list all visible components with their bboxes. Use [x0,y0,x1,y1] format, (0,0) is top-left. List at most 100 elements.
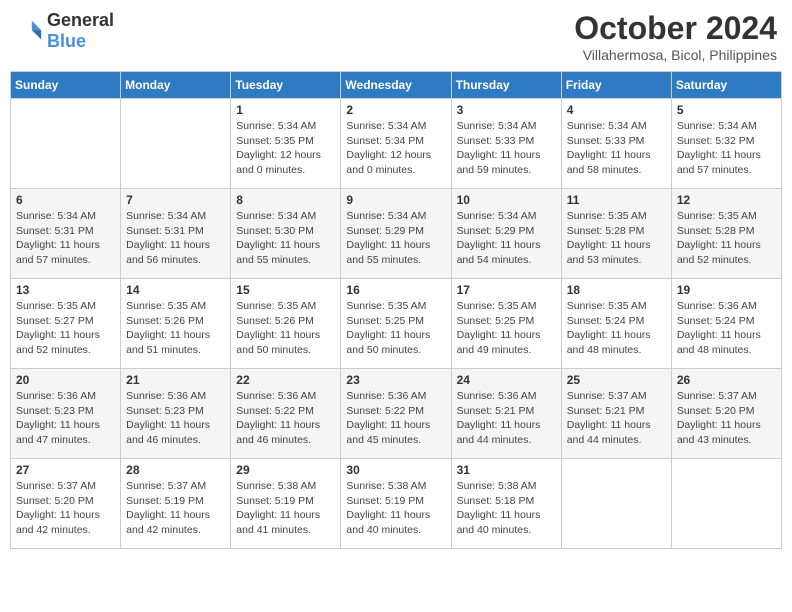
day-number: 27 [16,463,115,477]
calendar-cell: 12Sunrise: 5:35 AM Sunset: 5:28 PM Dayli… [671,189,781,279]
day-number: 31 [457,463,556,477]
day-number: 1 [236,103,335,117]
calendar-cell: 19Sunrise: 5:36 AM Sunset: 5:24 PM Dayli… [671,279,781,369]
calendar-cell: 8Sunrise: 5:34 AM Sunset: 5:30 PM Daylig… [231,189,341,279]
day-number: 5 [677,103,776,117]
day-number: 3 [457,103,556,117]
day-number: 20 [16,373,115,387]
day-number: 12 [677,193,776,207]
calendar-cell [11,99,121,189]
day-detail: Sunrise: 5:36 AM Sunset: 5:21 PM Dayligh… [457,389,556,448]
day-number: 23 [346,373,445,387]
calendar-cell [121,99,231,189]
calendar-cell: 24 Sunrise: 5:36 AM Sunset: 5:21 PM Dayli… [451,369,561,459]
weekday-header-friday: Friday [561,72,671,99]
calendar-cell: 27 Sunrise: 5:37 AM Sunset: 5:20 PM Dayli… [11,459,121,549]
day-detail: Sunrise: 5:37 AM Sunset: 5:21 PM Dayligh… [567,389,666,448]
calendar-cell: 5 Sunrise: 5:34 AM Sunset: 5:32 PM Daylig… [671,99,781,189]
day-detail: Sunrise: 5:34 AM Sunset: 5:29 PM Dayligh… [457,209,556,268]
day-detail: Sunrise: 5:35 AM Sunset: 5:26 PM Dayligh… [236,299,335,358]
day-detail: Sunrise: 5:35 AM Sunset: 5:26 PM Dayligh… [126,299,225,358]
day-number: 22 [236,373,335,387]
day-number: 7 [126,193,225,207]
calendar-cell: 31 Sunrise: 5:38 AM Sunset: 5:18 PM Dayli… [451,459,561,549]
weekday-header-tuesday: Tuesday [231,72,341,99]
day-number: 11 [567,193,666,207]
day-detail: Sunrise: 5:34 AM Sunset: 5:30 PM Dayligh… [236,209,335,268]
day-detail: Sunrise: 5:36 AM Sunset: 5:23 PM Dayligh… [16,389,115,448]
day-number: 13 [16,283,115,297]
calendar-cell: 25 Sunrise: 5:37 AM Sunset: 5:21 PM Dayli… [561,369,671,459]
day-number: 10 [457,193,556,207]
calendar-cell: 4 Sunrise: 5:34 AM Sunset: 5:33 PM Daylig… [561,99,671,189]
day-detail: Sunrise: 5:35 AM Sunset: 5:27 PM Dayligh… [16,299,115,358]
calendar-cell: 23 Sunrise: 5:36 AM Sunset: 5:22 PM Dayli… [341,369,451,459]
day-detail: Sunrise: 5:37 AM Sunset: 5:19 PM Dayligh… [126,479,225,538]
calendar-cell: 26Sunrise: 5:37 AM Sunset: 5:20 PM Dayli… [671,369,781,459]
day-detail: Sunrise: 5:34 AM Sunset: 5:32 PM Dayligh… [677,119,776,178]
day-detail: Sunrise: 5:35 AM Sunset: 5:25 PM Dayligh… [457,299,556,358]
calendar-cell: 17 Sunrise: 5:35 AM Sunset: 5:25 PM Dayli… [451,279,561,369]
logo-text: General Blue [47,10,114,52]
calendar-cell: 29Sunrise: 5:38 AM Sunset: 5:19 PM Dayli… [231,459,341,549]
calendar-cell: 9 Sunrise: 5:34 AM Sunset: 5:29 PM Daylig… [341,189,451,279]
calendar-cell: 20 Sunrise: 5:36 AM Sunset: 5:23 PM Dayli… [11,369,121,459]
calendar-cell: 6Sunrise: 5:34 AM Sunset: 5:31 PM Daylig… [11,189,121,279]
calendar-cell: 7 Sunrise: 5:34 AM Sunset: 5:31 PM Daylig… [121,189,231,279]
day-number: 17 [457,283,556,297]
day-number: 2 [346,103,445,117]
calendar-cell [561,459,671,549]
calendar-cell: 30 Sunrise: 5:38 AM Sunset: 5:19 PM Dayli… [341,459,451,549]
weekday-header-saturday: Saturday [671,72,781,99]
day-number: 24 [457,373,556,387]
day-number: 29 [236,463,335,477]
day-number: 4 [567,103,666,117]
day-detail: Sunrise: 5:36 AM Sunset: 5:22 PM Dayligh… [346,389,445,448]
calendar-cell: 16 Sunrise: 5:35 AM Sunset: 5:25 PM Dayli… [341,279,451,369]
day-detail: Sunrise: 5:34 AM Sunset: 5:29 PM Dayligh… [346,209,445,268]
day-detail: Sunrise: 5:34 AM Sunset: 5:34 PM Dayligh… [346,119,445,178]
calendar-cell: 15 Sunrise: 5:35 AM Sunset: 5:26 PM Dayli… [231,279,341,369]
calendar-cell: 10 Sunrise: 5:34 AM Sunset: 5:29 PM Dayli… [451,189,561,279]
calendar-cell: 18 Sunrise: 5:35 AM Sunset: 5:24 PM Dayli… [561,279,671,369]
day-detail: Sunrise: 5:38 AM Sunset: 5:19 PM Dayligh… [346,479,445,538]
day-detail: Sunrise: 5:34 AM Sunset: 5:31 PM Dayligh… [126,209,225,268]
logo-icon [15,17,43,45]
calendar-week-1: 1 Sunrise: 5:34 AM Sunset: 5:35 PM Daylig… [11,99,782,189]
day-number: 25 [567,373,666,387]
day-number: 18 [567,283,666,297]
logo: General Blue [15,10,114,52]
calendar-cell: 1 Sunrise: 5:34 AM Sunset: 5:35 PM Daylig… [231,99,341,189]
day-detail: Sunrise: 5:35 AM Sunset: 5:25 PM Dayligh… [346,299,445,358]
title-section: October 2024 Villahermosa, Bicol, Philip… [574,10,777,63]
calendar-cell: 22 Sunrise: 5:36 AM Sunset: 5:22 PM Dayli… [231,369,341,459]
day-detail: Sunrise: 5:35 AM Sunset: 5:24 PM Dayligh… [567,299,666,358]
calendar-cell: 21 Sunrise: 5:36 AM Sunset: 5:23 PM Dayli… [121,369,231,459]
day-number: 15 [236,283,335,297]
calendar-cell [671,459,781,549]
day-detail: Sunrise: 5:38 AM Sunset: 5:18 PM Dayligh… [457,479,556,538]
day-number: 9 [346,193,445,207]
day-number: 21 [126,373,225,387]
day-detail: Sunrise: 5:34 AM Sunset: 5:31 PM Dayligh… [16,209,115,268]
day-detail: Sunrise: 5:36 AM Sunset: 5:23 PM Dayligh… [126,389,225,448]
day-number: 16 [346,283,445,297]
page-header: General Blue October 2024 Villahermosa, … [10,10,782,63]
weekday-header-thursday: Thursday [451,72,561,99]
day-detail: Sunrise: 5:37 AM Sunset: 5:20 PM Dayligh… [16,479,115,538]
day-number: 30 [346,463,445,477]
calendar-cell: 13 Sunrise: 5:35 AM Sunset: 5:27 PM Dayli… [11,279,121,369]
calendar-cell: 28Sunrise: 5:37 AM Sunset: 5:19 PM Dayli… [121,459,231,549]
calendar-cell: 3Sunrise: 5:34 AM Sunset: 5:33 PM Daylig… [451,99,561,189]
calendar-week-3: 13 Sunrise: 5:35 AM Sunset: 5:27 PM Dayli… [11,279,782,369]
day-detail: Sunrise: 5:34 AM Sunset: 5:35 PM Dayligh… [236,119,335,178]
weekday-header-monday: Monday [121,72,231,99]
calendar-table: SundayMondayTuesdayWednesdayThursdayFrid… [10,71,782,549]
month-title: October 2024 [574,10,777,47]
day-detail: Sunrise: 5:34 AM Sunset: 5:33 PM Dayligh… [567,119,666,178]
day-detail: Sunrise: 5:36 AM Sunset: 5:22 PM Dayligh… [236,389,335,448]
day-detail: Sunrise: 5:35 AM Sunset: 5:28 PM Dayligh… [567,209,666,268]
weekday-header-wednesday: Wednesday [341,72,451,99]
day-number: 19 [677,283,776,297]
calendar-cell: 11 Sunrise: 5:35 AM Sunset: 5:28 PM Dayli… [561,189,671,279]
